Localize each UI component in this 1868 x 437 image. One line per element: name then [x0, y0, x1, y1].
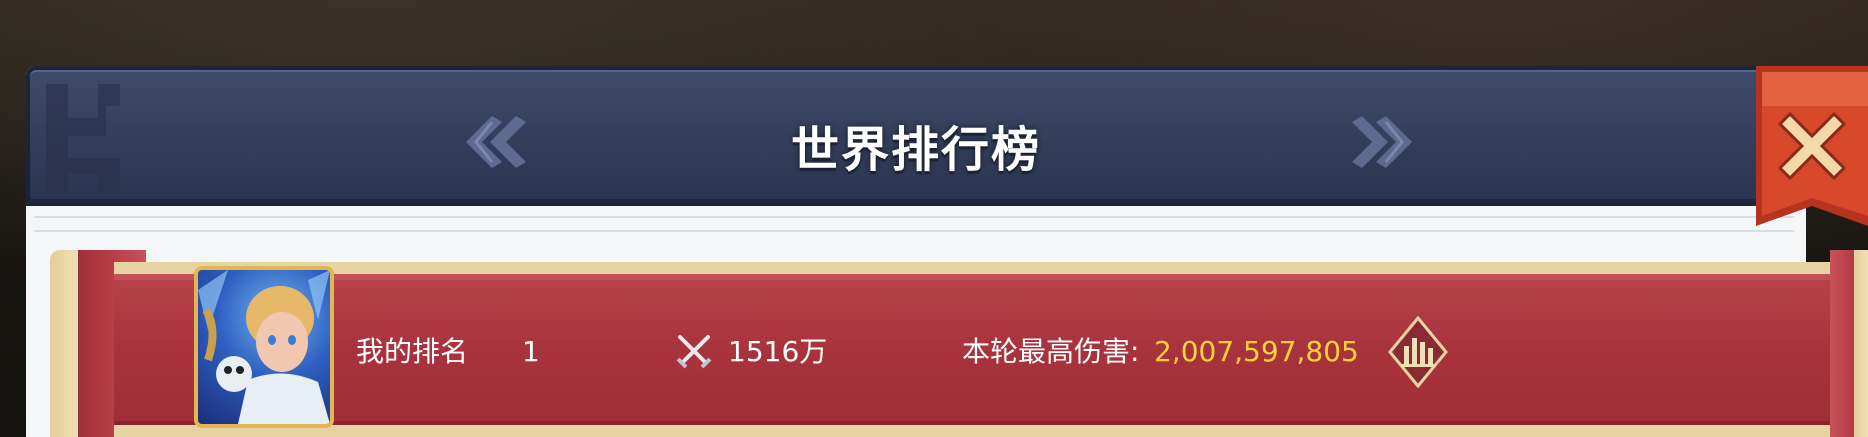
crossed-swords-icon — [676, 335, 712, 369]
highest-damage-label: 本轮最高伤害: — [962, 335, 1140, 368]
combat-power-value: 1516万 — [728, 335, 828, 368]
highest-damage-value: 2,007,597,805 — [1154, 335, 1359, 368]
panel-header: 世界排行榜 — [26, 66, 1806, 206]
close-button[interactable] — [1742, 66, 1868, 244]
game-screen: 世界排行榜 我的排名 1 1516万 本轮最高伤害: 2,007,597,805 — [0, 0, 1868, 437]
hero-portrait-icon — [198, 270, 330, 424]
page-title: 世界排行榜 — [790, 122, 1041, 178]
my-rank-label: 我的排名 — [356, 335, 469, 368]
player-avatar[interactable] — [194, 266, 334, 428]
ribbon-right-end — [1830, 250, 1868, 437]
my-rank-value: 1 — [522, 335, 540, 368]
double-chevron-right-icon[interactable] — [1348, 112, 1420, 172]
panel-divider — [34, 216, 1794, 232]
bar-chart-icon[interactable] — [1388, 316, 1448, 388]
